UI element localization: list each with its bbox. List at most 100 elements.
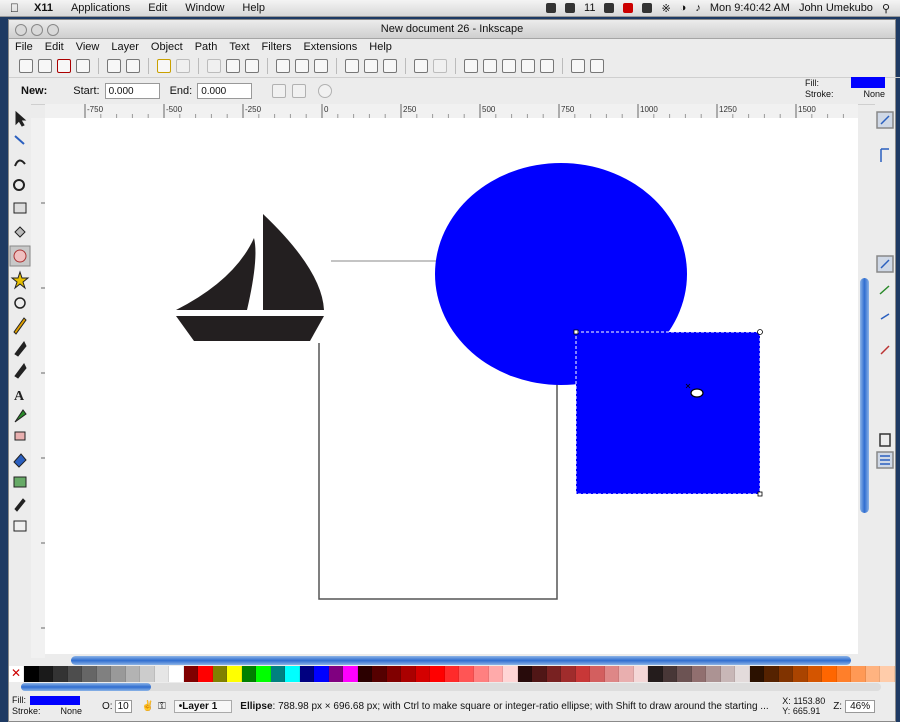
rotation-handle[interactable] (757, 329, 763, 335)
paint-bucket-tool-icon[interactable] (13, 453, 27, 468)
palette-swatch[interactable] (24, 666, 39, 682)
palette-swatch[interactable] (851, 666, 866, 682)
apple-icon[interactable]:  (0, 1, 25, 15)
palette-swatch[interactable] (38, 666, 54, 682)
menu-object[interactable]: Object (145, 41, 189, 53)
palette-swatch[interactable] (415, 666, 431, 682)
calligraphy-tool-icon[interactable] (14, 363, 27, 379)
tray-icon[interactable] (546, 3, 557, 13)
preferences-icon[interactable] (571, 59, 585, 73)
redo-icon[interactable] (176, 59, 190, 73)
ellipse-tool-icon[interactable] (13, 249, 27, 263)
import-icon[interactable] (107, 59, 121, 73)
zoom-input[interactable]: 46% (845, 699, 876, 713)
horizontal-scroll-thumb[interactable] (71, 656, 851, 665)
tweak-tool-icon[interactable] (14, 159, 26, 167)
menu-layer[interactable]: Layer (105, 41, 145, 53)
menu-filters[interactable]: Filters (256, 41, 298, 53)
hide-layer-icon[interactable]: ✌ (142, 701, 154, 712)
volume-icon[interactable]: ♪ (695, 2, 701, 14)
align-icon[interactable] (521, 59, 535, 73)
mac-menu-x11[interactable]: X11 (25, 2, 62, 14)
zoom-tool-icon[interactable] (13, 179, 25, 191)
rectangle-tool-icon[interactable] (13, 202, 27, 214)
gradient-tool-icon[interactable] (13, 476, 27, 488)
fill-stroke-indicator[interactable]: Fill: Stroke: None (805, 76, 885, 101)
spotlight-icon[interactable]: ⚲ (882, 2, 890, 15)
palette-swatch[interactable] (488, 666, 504, 682)
palette-swatch[interactable] (764, 666, 779, 682)
sailboat-shape[interactable] (176, 214, 324, 341)
palette-scroll-thumb[interactable] (21, 683, 151, 691)
snap-bbox-icon[interactable] (880, 148, 889, 162)
duplicate-icon[interactable] (345, 59, 359, 73)
palette-swatch[interactable] (590, 666, 605, 682)
blue-ellipse-in-progress[interactable] (576, 332, 760, 494)
snap-page-icon[interactable] (879, 433, 891, 447)
palette-swatch[interactable] (401, 666, 416, 682)
lock-layer-icon[interactable]: ⚿ (158, 701, 166, 712)
palette-swatch[interactable] (532, 666, 547, 682)
palette-swatch[interactable] (154, 666, 170, 682)
menu-path[interactable]: Path (189, 41, 224, 53)
status-fill-swatch[interactable] (30, 696, 80, 705)
new-document-icon[interactable] (19, 59, 33, 73)
palette-swatch[interactable] (807, 666, 823, 682)
zoom-window-button[interactable] (47, 24, 59, 36)
zoom-page-icon[interactable] (314, 59, 328, 73)
palette-swatch[interactable] (633, 666, 649, 682)
xml-editor-icon[interactable] (502, 59, 516, 73)
start-angle-input[interactable]: 0.000 (104, 83, 160, 99)
palette-swatch[interactable] (720, 666, 736, 682)
palette-swatch[interactable] (691, 666, 707, 682)
palette-swatch[interactable] (444, 666, 460, 682)
end-angle-input[interactable]: 0.000 (197, 83, 253, 99)
palette-swatch[interactable] (96, 666, 112, 682)
palette-swatch[interactable] (111, 666, 126, 682)
cut-icon[interactable] (226, 59, 240, 73)
open-icon[interactable] (38, 59, 52, 73)
bluetooth-icon[interactable]: ※ (661, 2, 670, 15)
document-properties-icon[interactable] (590, 59, 604, 73)
fill-stroke-icon[interactable] (464, 59, 478, 73)
snap-paths-icon[interactable] (879, 285, 890, 295)
dropper-tool-icon[interactable] (14, 498, 26, 512)
palette-swatch[interactable] (749, 666, 765, 682)
palette-swatch[interactable] (386, 666, 402, 682)
palette-swatch[interactable] (198, 666, 213, 682)
pen-tool-icon[interactable] (14, 341, 27, 357)
palette-swatch[interactable] (270, 666, 286, 682)
palette-swatch[interactable] (619, 666, 634, 682)
dropbox-icon[interactable] (604, 3, 615, 13)
menu-edit[interactable]: Edit (39, 41, 70, 53)
copy-icon[interactable] (207, 59, 221, 73)
palette-swatch[interactable] (473, 666, 489, 682)
text-tool-icon[interactable]: A (14, 389, 25, 404)
export-icon[interactable] (126, 59, 140, 73)
spiral-tool-icon[interactable] (14, 297, 26, 309)
group-icon[interactable] (414, 59, 428, 73)
canvas-drawing[interactable] (45, 118, 858, 658)
current-layer-select[interactable]: •Layer 1 (173, 699, 233, 713)
palette-swatch[interactable] (706, 666, 721, 682)
palette-scrollbar[interactable] (21, 683, 881, 691)
undo-icon[interactable] (157, 59, 171, 73)
eraser-tool-icon[interactable] (14, 431, 26, 441)
resize-handle[interactable] (757, 491, 763, 497)
layers-icon[interactable] (540, 59, 554, 73)
palette-swatch[interactable] (169, 666, 184, 682)
palette-swatch[interactable] (227, 666, 242, 682)
palette-swatch[interactable] (140, 666, 155, 682)
tray-icon[interactable] (642, 3, 653, 13)
save-icon[interactable] (57, 59, 71, 73)
mac-menu-window[interactable]: Window (176, 2, 233, 14)
close-window-button[interactable] (15, 24, 27, 36)
text-font-icon[interactable] (483, 59, 497, 73)
palette-swatch[interactable] (793, 666, 808, 682)
palette-swatch[interactable] (328, 666, 344, 682)
menu-file[interactable]: File (9, 41, 39, 53)
palette-swatch[interactable] (459, 666, 474, 682)
tray-adobe-badge[interactable]: 11 (584, 2, 595, 14)
selector-tool-icon[interactable] (15, 110, 27, 127)
menu-extensions[interactable]: Extensions (297, 41, 363, 53)
